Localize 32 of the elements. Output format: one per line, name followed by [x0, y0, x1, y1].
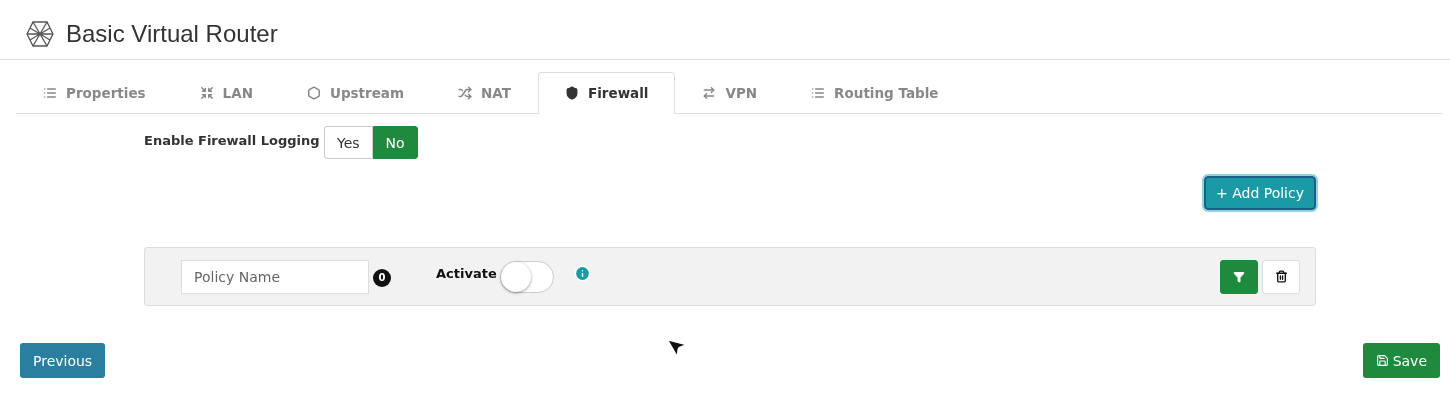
arrows-icon [702, 86, 717, 100]
policy-name-field[interactable]: Policy Name [181, 259, 369, 294]
tab[interactable]: Upstream [279, 72, 432, 114]
activate-label: Activate [436, 266, 497, 281]
list-icon [43, 86, 57, 100]
tab[interactable]: NAT [431, 72, 538, 114]
filter-button[interactable] [1220, 259, 1258, 294]
tab[interactable]: Firewall [537, 72, 676, 114]
toggle-option[interactable]: No [372, 126, 418, 159]
tab[interactable]: Properties [16, 72, 173, 114]
save-button[interactable]: Save [1362, 343, 1440, 378]
tab[interactable]: VPN [675, 72, 785, 114]
activate-switch[interactable] [499, 260, 554, 293]
tab[interactable]: Routing Table [784, 72, 966, 114]
add-policy-button[interactable]: + Add Policy [1204, 176, 1316, 210]
hexagon-logo-icon [26, 21, 54, 47]
previous-button[interactable]: Previous [20, 343, 106, 378]
trash-icon [1274, 270, 1288, 283]
field-label: Enable Firewall Logging [144, 133, 321, 148]
count-badge: 0 [373, 268, 391, 287]
list-icon [811, 86, 826, 100]
hexagon-icon [306, 86, 321, 100]
window-title: Basic Virtual Router [66, 20, 278, 48]
filter-icon [1233, 270, 1245, 283]
save-icon [1375, 354, 1389, 367]
shuffle-icon [458, 86, 473, 100]
tab[interactable]: LAN [172, 72, 280, 114]
shield-icon [564, 86, 579, 100]
info-icon[interactable] [573, 265, 591, 282]
arrows-icon [199, 86, 214, 100]
delete-button[interactable] [1262, 259, 1300, 294]
toggle-option[interactable]: Yes [324, 126, 373, 159]
